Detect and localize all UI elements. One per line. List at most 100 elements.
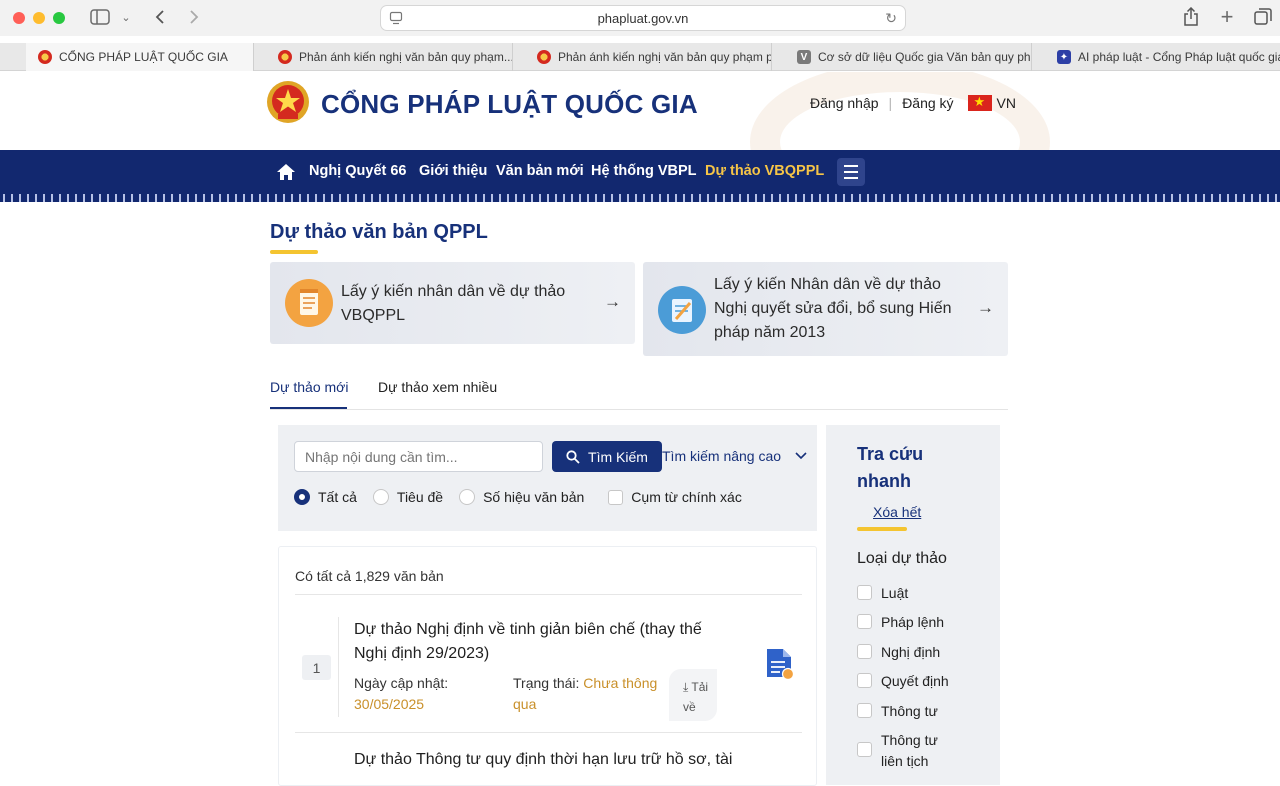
checkbox[interactable]	[857, 673, 872, 688]
share-icon[interactable]	[1181, 6, 1201, 28]
emblem-icon	[38, 50, 52, 64]
close-window-button[interactable]	[13, 12, 25, 24]
nav-item-van-ban-moi[interactable]: Văn bản mới	[496, 163, 584, 179]
search-button[interactable]: Tìm Kiếm	[552, 441, 662, 472]
radio-title[interactable]	[372, 489, 389, 505]
nav-item-du-thao-vbqppl[interactable]: Dự thảo VBQPPL	[705, 163, 824, 179]
checkbox[interactable]	[857, 585, 872, 600]
tab-du-thao-moi[interactable]: Dự thảo mới	[270, 379, 348, 395]
tab-label: Phản ánh kiến nghị văn bản quy phạm...	[299, 50, 513, 64]
vietnam-flag-icon[interactable]	[967, 94, 992, 111]
nav-item-gioi-thieu[interactable]: Giới thiệu	[419, 163, 487, 179]
result-count: Có tất cả 1,829 văn bản	[295, 568, 444, 584]
active-tab-indicator	[270, 407, 347, 409]
card-constitution-amendment[interactable]: Lấy ý kiến Nhân dân về dự thảo Nghị quyế…	[643, 262, 1008, 356]
divider	[295, 594, 802, 595]
result-title[interactable]: Dự thảo Nghị định về tinh giản biên chế …	[354, 618, 734, 666]
updated-value: 30/05/2025	[354, 696, 425, 712]
new-tab-icon[interactable]: +	[1217, 4, 1237, 29]
ai-icon: ✦	[1057, 50, 1071, 64]
tab-overview-icon[interactable]	[1253, 6, 1273, 28]
reload-icon[interactable]: ↻	[885, 10, 897, 27]
search-panel: Tìm Kiếm Tìm kiếm nâng cao Tất cả Tiêu đ…	[278, 425, 817, 531]
radio-label: Tất cả	[318, 489, 357, 505]
search-scope-options: Tất cả Tiêu đề Số hiệu văn bản Cụm từ ch…	[294, 489, 742, 505]
card-text: Lấy ý kiến nhân dân về dự thảo VBQPPL	[341, 283, 566, 324]
radio-label: Số hiệu văn bản	[483, 489, 585, 505]
clear-all-link[interactable]: Xóa hết	[873, 504, 921, 520]
forward-icon[interactable]	[184, 6, 204, 28]
filter-nghi-dinh[interactable]: Nghị định	[857, 642, 961, 663]
tab-3[interactable]: Phản ánh kiến nghị văn bản quy phạm p...	[525, 43, 772, 71]
updated-label: Ngày cập nhật:	[354, 675, 449, 691]
tab-2[interactable]: Phản ánh kiến nghị văn bản quy phạm...	[266, 43, 513, 71]
tab-1[interactable]: CỔNG PHÁP LUẬT QUỐC GIA	[26, 43, 254, 71]
nav-item-he-thong-vbpl[interactable]: Hệ thống VBPL	[591, 163, 697, 179]
title-underline	[270, 250, 318, 254]
national-emblem-icon[interactable]	[266, 80, 310, 124]
checkbox[interactable]	[857, 703, 872, 718]
notepad-icon	[285, 279, 333, 327]
menu-button[interactable]	[837, 158, 865, 186]
card-public-opinion-vbqppl[interactable]: Lấy ý kiến nhân dân về dự thảo VBQPPL →	[270, 262, 635, 344]
divider	[338, 617, 339, 717]
radio-all[interactable]	[294, 489, 310, 505]
result-title[interactable]: Dự thảo Thông tư quy định thời hạn lưu t…	[354, 748, 794, 772]
filter-thong-tu-lien-tich[interactable]: Thông tư liên tịch	[857, 730, 961, 772]
download-button[interactable]: ⤓ Tải về	[669, 669, 717, 721]
language-selector[interactable]: VN	[997, 95, 1016, 111]
emblem-icon	[278, 50, 292, 64]
divider: |	[888, 95, 893, 111]
advanced-search-label: Tìm kiếm nâng cao	[662, 448, 782, 464]
header-decoration	[750, 72, 1050, 150]
filter-quyet-dinh[interactable]: Quyết định	[857, 671, 961, 692]
checkbox[interactable]	[857, 614, 872, 629]
search-input[interactable]	[294, 441, 543, 472]
result-index: 1	[302, 655, 331, 680]
pencil-note-icon	[658, 286, 706, 334]
checkbox-label: Cụm từ chính xác	[631, 489, 742, 505]
exact-phrase-checkbox[interactable]	[608, 489, 624, 505]
emblem-icon	[537, 50, 551, 64]
nav-item-nghi-quyet-66[interactable]: Nghị Quyết 66	[309, 163, 407, 179]
card-text: Lấy ý kiến Nhân dân về dự thảo Nghị quyế…	[714, 276, 952, 341]
v-icon: V	[797, 50, 811, 64]
tab-5[interactable]: ✦ AI pháp luật - Cổng Pháp luật quốc gia…	[1045, 43, 1280, 71]
sidebar-toggle-icon[interactable]	[89, 6, 111, 28]
login-link[interactable]: Đăng nhập	[810, 95, 879, 111]
zoom-window-button[interactable]	[53, 12, 65, 24]
tab-label: Cơ sở dữ liệu Quốc gia Văn bản quy phạ..…	[818, 50, 1032, 64]
arrow-right-icon: →	[604, 292, 621, 311]
checkbox[interactable]	[857, 742, 872, 757]
url-text: phapluat.gov.vn	[597, 10, 689, 26]
minimize-window-button[interactable]	[33, 12, 45, 24]
advanced-search-toggle[interactable]: Tìm kiếm nâng cao	[662, 448, 807, 464]
tab-4[interactable]: V Cơ sở dữ liệu Quốc gia Văn bản quy phạ…	[785, 43, 1032, 71]
register-link[interactable]: Đăng ký	[902, 95, 953, 111]
arrow-right-icon: →	[977, 298, 994, 317]
content-tabs: Dự thảo mới Dự thảo xem nhiều	[270, 376, 1008, 410]
filter-luat[interactable]: Luật	[857, 583, 961, 604]
result-updated: Ngày cập nhật: 30/05/2025	[354, 673, 494, 715]
tab-label: Phản ánh kiến nghị văn bản quy phạm p...	[558, 50, 772, 64]
page-title: Dự thảo văn bản QPPL	[270, 221, 488, 243]
radio-document-number[interactable]	[459, 489, 476, 505]
home-icon[interactable]	[276, 162, 296, 182]
tab-bar: CỔNG PHÁP LUẬT QUỐC GIA Phản ánh kiến ng…	[0, 43, 1280, 71]
divider	[295, 732, 802, 733]
address-bar[interactable]: phapluat.gov.vn ↻	[380, 5, 906, 31]
filter-phap-lenh[interactable]: Pháp lệnh	[857, 612, 961, 633]
filter-thong-tu[interactable]: Thông tư	[857, 701, 961, 722]
site-title[interactable]: CỔNG PHÁP LUẬT QUỐC GIA	[321, 89, 698, 120]
page-icon	[389, 11, 403, 25]
checkbox[interactable]	[857, 644, 872, 659]
document-icon[interactable]	[765, 647, 795, 681]
status-label: Trạng thái:	[513, 675, 580, 691]
back-icon[interactable]	[150, 6, 170, 28]
chevron-down-icon[interactable]: ⌄	[119, 6, 133, 28]
hamburger-icon	[844, 165, 858, 167]
nav-border-pattern	[0, 194, 1280, 202]
site-header: CỔNG PHÁP LUẬT QUỐC GIA Đăng nhập | Đăng…	[0, 72, 1280, 150]
auth-links: Đăng nhập | Đăng ký VN	[810, 94, 1016, 111]
tab-du-thao-xem-nhieu[interactable]: Dự thảo xem nhiều	[378, 379, 497, 395]
